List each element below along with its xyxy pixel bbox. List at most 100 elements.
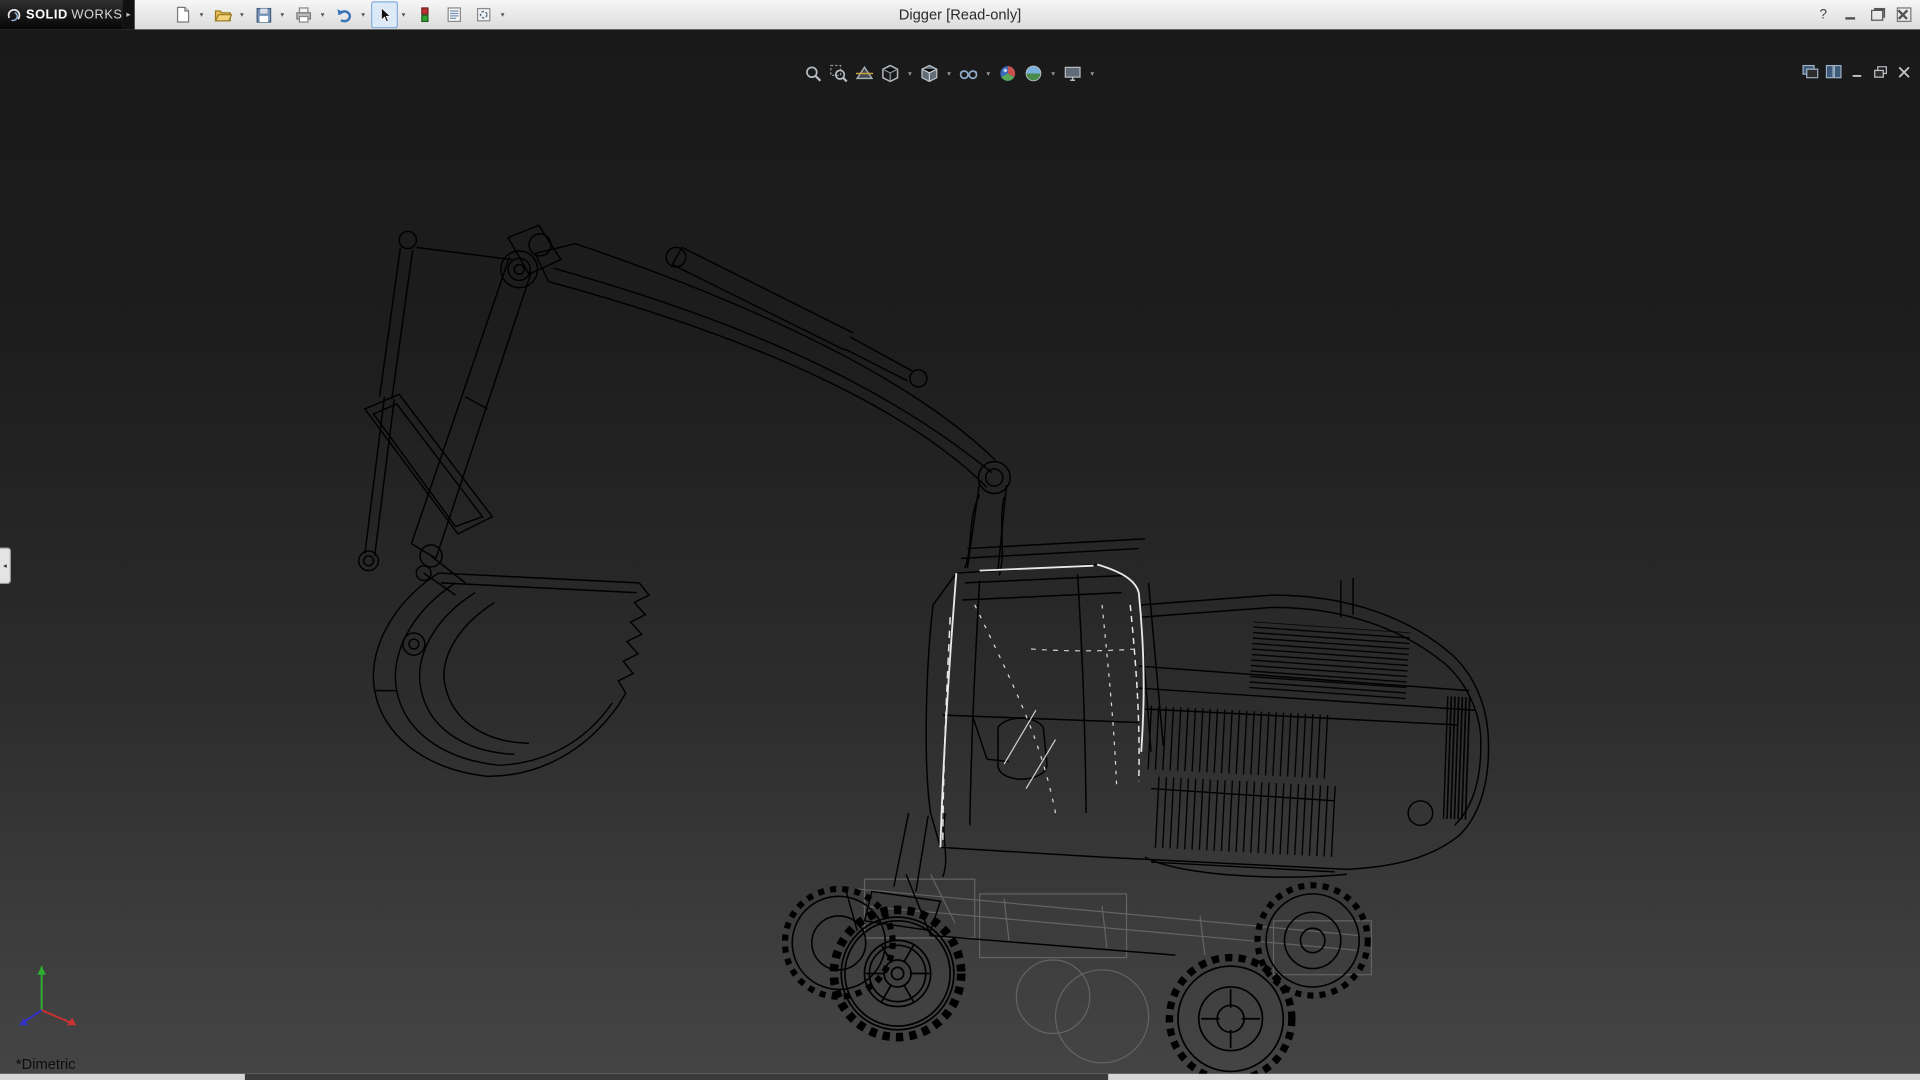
toolbar-group-print: ▾ — [290, 1, 328, 28]
display-style-dropdown[interactable]: ▾ — [944, 62, 954, 84]
cab — [926, 539, 1163, 877]
open-button[interactable] — [209, 1, 236, 28]
application-window: SOLIDWORKS ▸ ▾ ▾ — [0, 0, 1920, 1080]
3ds-logo-icon — [5, 5, 22, 25]
undo-dropdown-arrow[interactable]: ▾ — [358, 2, 369, 26]
toolbar-group-filter — [411, 1, 438, 28]
new-window-button[interactable] — [1801, 64, 1819, 80]
toolbar-group-save: ▾ — [250, 1, 288, 28]
window-controls: ? — [1812, 0, 1915, 29]
brand-text-light: WORKS — [71, 7, 122, 22]
selection-filter-button[interactable] — [411, 1, 438, 28]
new-button[interactable] — [169, 1, 196, 28]
zoom-to-area-icon — [829, 64, 849, 84]
edit-appearance-button[interactable] — [997, 62, 1019, 84]
toolbar-group-select: ▾ — [371, 1, 409, 28]
options-dropdown-arrow[interactable]: ▾ — [497, 2, 508, 26]
brand-text-bold: SOLID — [26, 7, 68, 22]
new-dropdown-arrow[interactable]: ▾ — [196, 2, 207, 26]
file-properties-button[interactable] — [441, 1, 468, 28]
wheels — [785, 874, 1368, 1074]
cursor-arrow-icon — [375, 5, 395, 25]
wireframe-digger-model — [0, 29, 1920, 1073]
solidworks-logo: SOLIDWORKS — [0, 0, 122, 29]
zoom-to-fit-icon — [803, 64, 823, 84]
wheel-front-left — [834, 910, 961, 1037]
selection-filter-icon — [415, 5, 435, 25]
open-folder-icon — [213, 5, 233, 25]
bottom-edge-strip — [0, 1074, 1920, 1080]
hide-show-items-button[interactable] — [958, 62, 980, 84]
zoom-to-area-button[interactable] — [828, 62, 850, 84]
close-button[interactable] — [1893, 5, 1915, 25]
minimize-button[interactable] — [1839, 5, 1861, 25]
boom-arm — [501, 225, 1010, 575]
close-icon — [1897, 7, 1912, 22]
bucket — [373, 573, 649, 776]
toolbar-group-open: ▾ — [209, 1, 247, 28]
reference-triad — [12, 954, 98, 1032]
new-document-icon — [173, 5, 193, 25]
view-orientation-cube-icon — [880, 64, 900, 84]
heads-up-view-toolbar: ▾ ▾ ▾ — [802, 62, 1097, 84]
doc-minimize-icon — [1850, 66, 1865, 78]
print-dropdown-arrow[interactable]: ▾ — [317, 2, 328, 26]
help-button[interactable]: ? — [1812, 5, 1834, 25]
select-dropdown-arrow[interactable]: ▾ — [398, 2, 409, 26]
viewport[interactable]: ▾ ▾ ▾ — [0, 29, 1920, 1073]
scene-globe-icon — [1024, 64, 1044, 84]
undo-arrow-icon — [334, 5, 354, 25]
doc-close-icon — [1896, 66, 1911, 78]
doc-close-button[interactable] — [1894, 64, 1912, 80]
tile-windows-icon — [1826, 65, 1842, 78]
save-button[interactable] — [250, 1, 277, 28]
toolbar-group-options: ▾ — [470, 1, 508, 28]
main-toolbar: ▾ ▾ ▾ — [169, 1, 509, 28]
apply-scene-button[interactable] — [1022, 62, 1044, 84]
print-button[interactable] — [290, 1, 317, 28]
section-view-icon — [855, 64, 875, 84]
view-orientation-button[interactable] — [879, 62, 901, 84]
printer-icon — [294, 5, 314, 25]
restore-icon — [1871, 9, 1883, 20]
menu-expand-arrow[interactable]: ▸ — [122, 0, 134, 29]
toolbar-group-fileprops — [441, 1, 468, 28]
apply-scene-dropdown[interactable]: ▾ — [1048, 62, 1058, 84]
dipper-arm — [359, 231, 532, 595]
toolbar-group-undo: ▾ — [331, 1, 369, 28]
restore-button[interactable] — [1866, 5, 1888, 25]
options-gear-icon — [474, 5, 494, 25]
minimize-icon — [1845, 17, 1855, 19]
title-bar: SOLIDWORKS ▸ ▾ ▾ — [0, 0, 1920, 31]
select-tool-button[interactable] — [371, 1, 398, 28]
appearance-ball-icon — [998, 64, 1018, 84]
save-floppy-icon — [253, 5, 273, 25]
glasses-icon — [959, 64, 979, 84]
zoom-to-fit-button[interactable] — [802, 62, 824, 84]
save-dropdown-arrow[interactable]: ▾ — [277, 2, 288, 26]
feature-manager-splitter[interactable]: ◂ — [0, 547, 11, 584]
display-style-cube-icon — [920, 64, 940, 84]
view-settings-dropdown[interactable]: ▾ — [1087, 62, 1097, 84]
undercarriage-ghost-lines — [857, 874, 1371, 1063]
doc-restore-button[interactable] — [1871, 64, 1889, 80]
doc-minimize-button[interactable] — [1848, 64, 1866, 80]
view-orientation-label: *Dimetric — [16, 1056, 76, 1073]
open-dropdown-arrow[interactable]: ▾ — [236, 2, 247, 26]
undo-button[interactable] — [331, 1, 358, 28]
doc-restore-icon — [1873, 66, 1888, 78]
document-window-controls — [1801, 64, 1912, 80]
tile-windows-button[interactable] — [1825, 64, 1843, 80]
options-button[interactable] — [470, 1, 497, 28]
view-settings-monitor-icon — [1063, 64, 1083, 84]
engine-grille-hatching — [1143, 622, 1471, 857]
hide-show-items-dropdown[interactable]: ▾ — [983, 62, 993, 84]
view-orientation-dropdown[interactable]: ▾ — [905, 62, 915, 84]
file-properties-icon — [444, 5, 464, 25]
new-window-icon — [1802, 65, 1818, 78]
bottom-edge-dark-segment — [245, 1074, 1108, 1080]
section-view-button[interactable] — [853, 62, 875, 84]
display-style-button[interactable] — [918, 62, 940, 84]
view-settings-button[interactable] — [1062, 62, 1084, 84]
toolbar-group-new: ▾ — [169, 1, 207, 28]
